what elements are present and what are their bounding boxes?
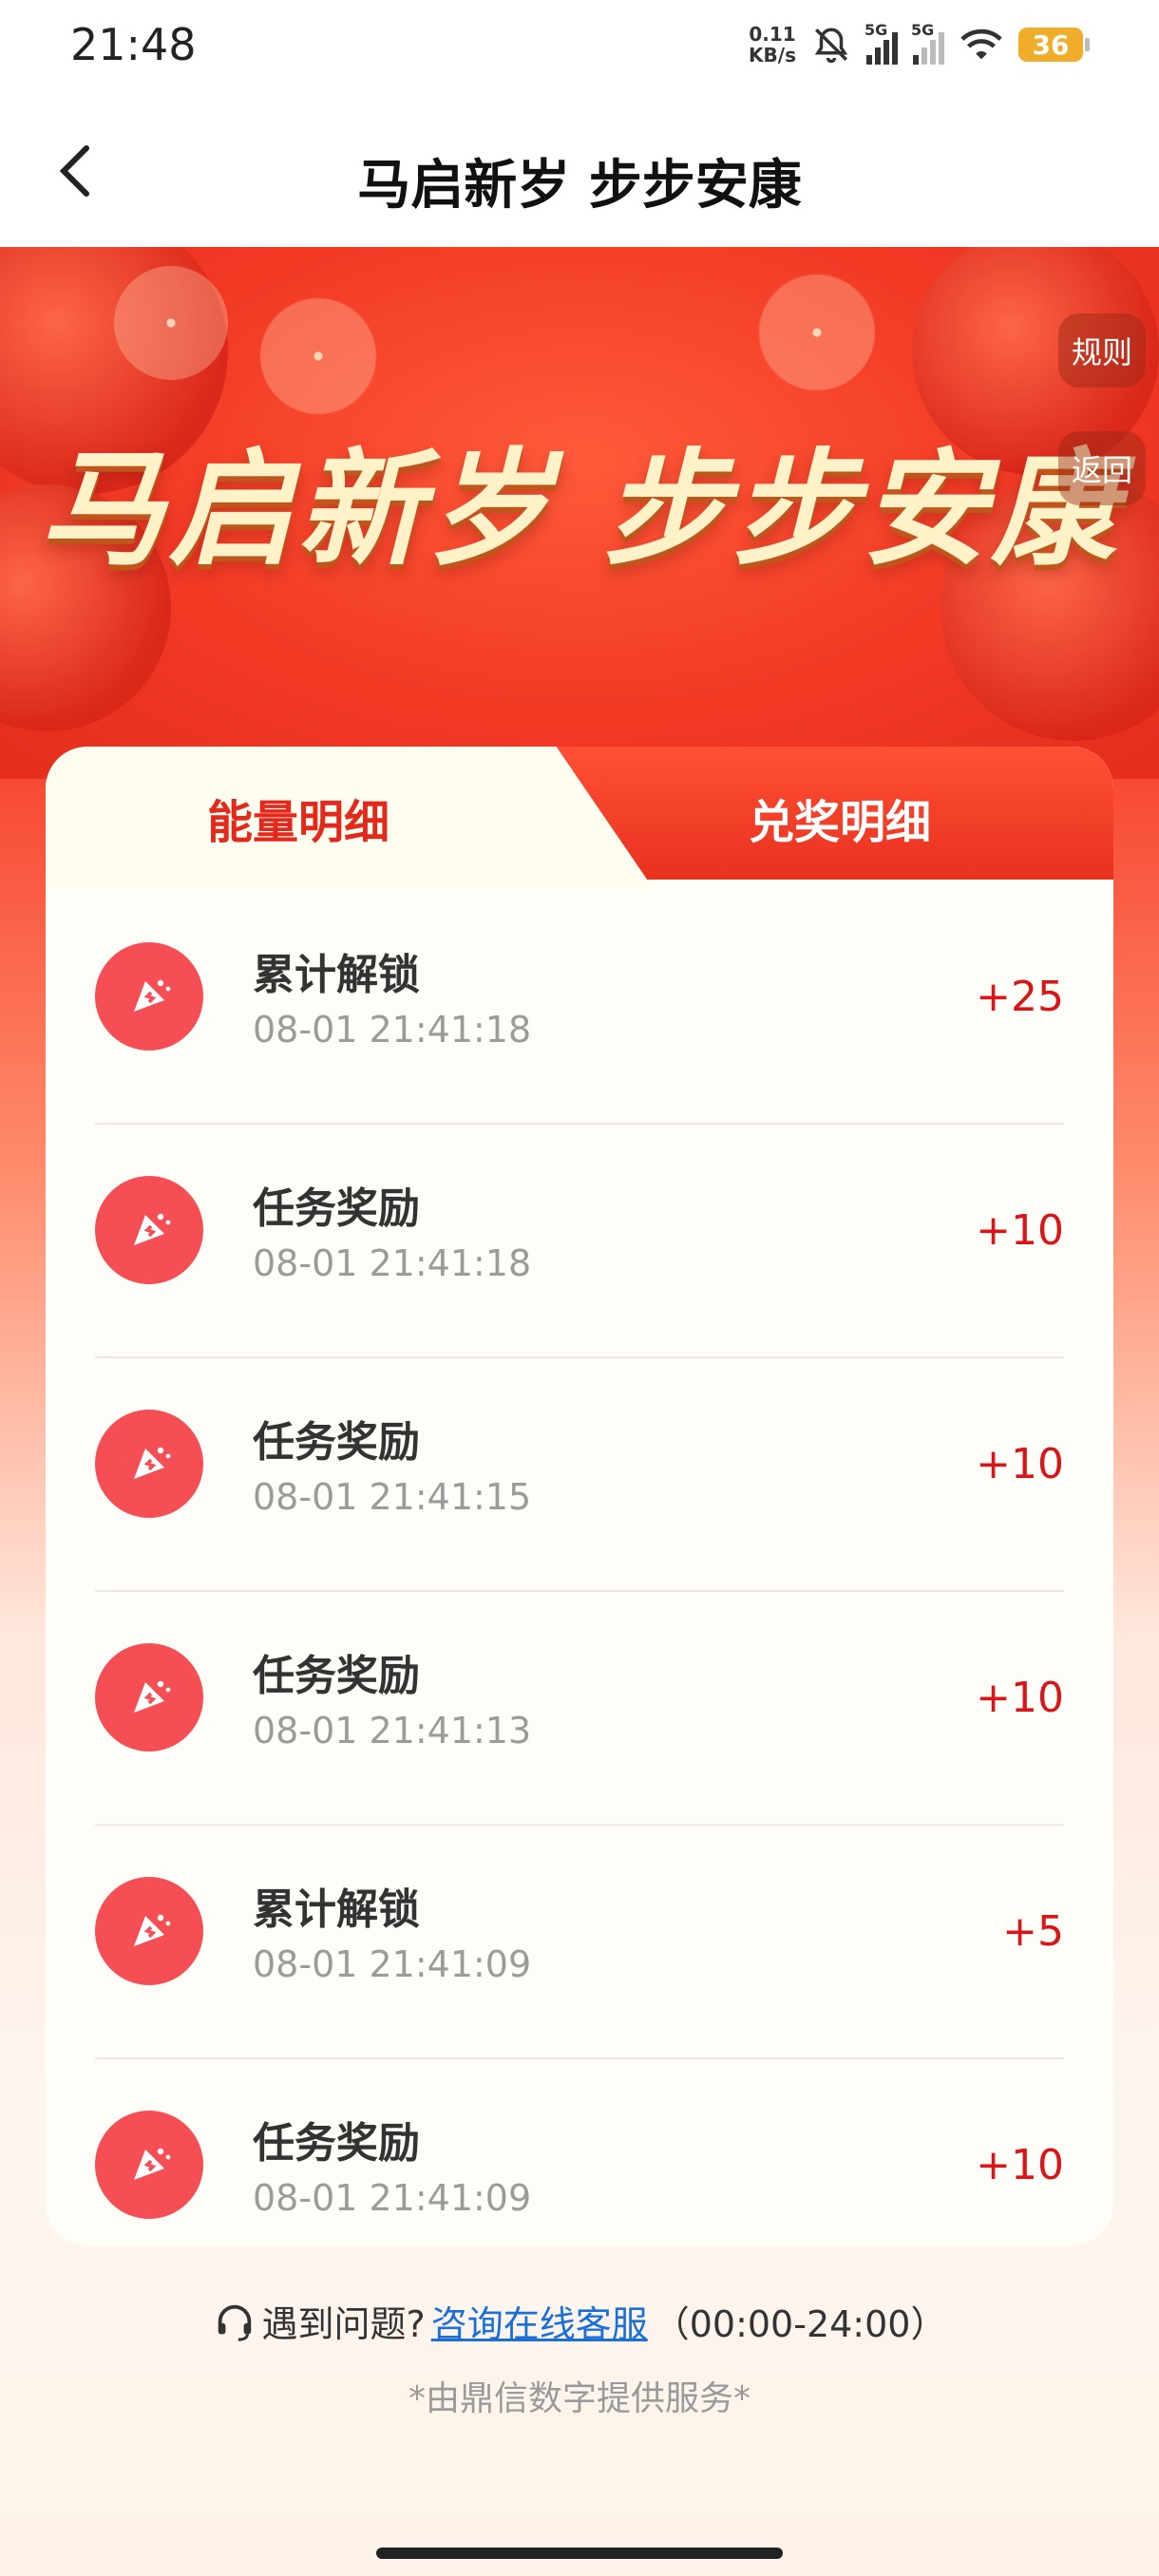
service-provider-note: *由鼎信数字提供服务* [408,2379,750,2418]
rules-button[interactable]: 规则 [1058,313,1146,388]
net-speed-value: 0.11 [749,23,796,46]
energy-icon [95,1176,203,1284]
signal-1-label: 5G [864,21,888,39]
record-time: 08-01 21:41:18 [253,1242,532,1284]
consult-online-service-link[interactable]: 咨询在线客服 [431,2295,648,2347]
record-title: 累计解锁 [253,1885,420,1934]
list-item: 累计解锁 08-01 21:41:18 +25 [46,889,1113,1123]
firework-decoration [247,285,390,427]
record-title: 任务奖励 [253,1418,420,1467]
banner-title: 马启新岁 步步安康 [39,436,1120,583]
firework-decoration [722,247,912,427]
list-item: 任务奖励 08-01 21:41:15 +10 [46,1356,1113,1590]
signal-icon: 5G [911,21,944,65]
record-time: 08-01 21:41:09 [253,2177,532,2219]
record-value: +5 [1002,1907,1064,1956]
record-value: +25 [976,973,1064,1021]
battery-icon: 36 [1018,28,1090,62]
record-value: +10 [976,1440,1064,1488]
net-speed: 0.11 KB/s [749,24,796,66]
home-indicator[interactable] [376,2548,783,2559]
mute-bell-icon [814,28,848,64]
page-title: 马启新岁 步步安康 [357,155,802,217]
energy-icon [95,942,203,1051]
energy-icon [95,2111,203,2219]
list-item: 任务奖励 08-01 21:41:09 +10 [46,2057,1113,2245]
hero-banner: 马启新岁 步步安康 规则 返回 [0,247,1159,779]
net-speed-unit: KB/s [749,44,796,66]
status-icons: 0.11 KB/s 5G 5G 36 [749,21,1090,68]
list-item: 任务奖励 08-01 21:41:18 +10 [46,1123,1113,1356]
record-title: 累计解锁 [253,951,420,999]
record-title: 任务奖励 [253,2119,420,2168]
app-header: 马启新岁 步步安康 [0,95,1159,247]
record-value: +10 [976,1674,1064,1722]
records-card: 能量明细 兑奖明细 累计解锁 08-01 21:41:18 +25 任务奖励 0… [46,747,1113,2245]
help-line: 遇到问题? 咨询在线客服 （00:00-24:00） [0,2295,1159,2347]
record-time: 08-01 21:41:18 [253,1009,532,1051]
energy-icon [95,1877,203,1985]
headset-icon [218,2304,251,2341]
signal-2-label: 5G [911,21,935,39]
return-button[interactable]: 返回 [1058,431,1146,505]
list-item: 任务奖励 08-01 21:41:13 +10 [46,1590,1113,1824]
energy-icon [95,1410,203,1518]
record-title: 任务奖励 [253,1184,420,1233]
record-value: +10 [976,1206,1064,1255]
service-hours: （00:00-24:00） [653,2303,947,2345]
record-time: 08-01 21:41:09 [253,1943,532,1985]
signal-icon: 5G [864,21,898,65]
records-list: 累计解锁 08-01 21:41:18 +25 任务奖励 08-01 21:41… [46,889,1113,2245]
tab-energy-details[interactable]: 能量明细 [207,785,390,851]
status-bar: 21:48 0.11 KB/s 5G 5G 36 [0,0,1159,95]
energy-icon [95,1643,203,1752]
record-time: 08-01 21:41:13 [253,1710,532,1752]
help-text: 遇到问题? [261,2303,426,2345]
tab-redeem-details[interactable]: 兑奖明细 [749,785,931,851]
wifi-icon [960,28,1002,60]
record-title: 任务奖励 [253,1652,420,1700]
record-value: +10 [976,2141,1064,2189]
firework-decoration [114,266,228,380]
record-time: 08-01 21:41:15 [253,1476,532,1518]
list-item: 累计解锁 08-01 21:41:09 +5 [46,1824,1113,2057]
status-time: 21:48 [70,19,197,70]
